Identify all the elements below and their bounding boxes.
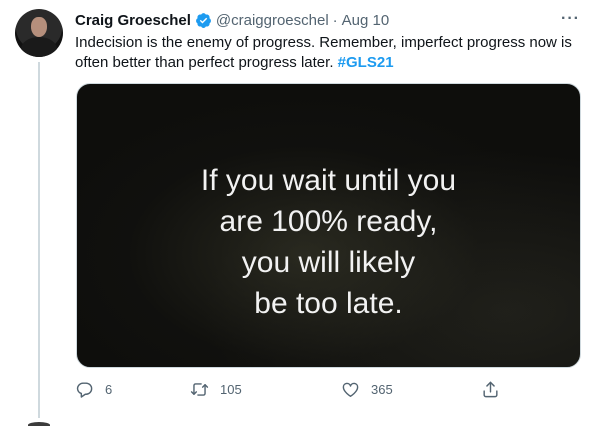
verified-badge-icon (195, 12, 211, 28)
avatar-head (31, 17, 47, 37)
avatar[interactable] (15, 9, 63, 57)
tweet[interactable]: Craig Groeschel @craiggroeschel · Aug 10… (0, 0, 596, 426)
tweet-image[interactable]: If you wait until you are 100% ready, yo… (76, 83, 581, 368)
image-quote: If you wait until you are 100% ready, yo… (77, 160, 580, 324)
tweet-header: Craig Groeschel @craiggroeschel · Aug 10… (75, 10, 580, 30)
handle[interactable]: @craiggroeschel (216, 12, 329, 29)
share-button[interactable] (481, 380, 500, 399)
retweet-button[interactable]: 105 (190, 380, 242, 399)
like-count: 365 (371, 382, 393, 397)
next-tweet-avatar[interactable] (28, 422, 50, 426)
quote-line: are 100% ready, (219, 205, 438, 238)
reply-count: 6 (105, 382, 113, 397)
like-icon (342, 382, 359, 397)
retweet-count: 105 (220, 382, 242, 397)
display-name[interactable]: Craig Groeschel (75, 12, 191, 29)
more-icon[interactable]: ··· (561, 10, 580, 28)
tweet-text: Indecision is the enemy of progress. Rem… (75, 33, 585, 73)
reply-icon (76, 382, 93, 398)
separator-dot: · (332, 11, 338, 29)
like-button[interactable]: 365 (341, 380, 393, 399)
reply-button[interactable]: 6 (75, 380, 112, 399)
quote-line: be too late. (254, 287, 403, 320)
quote-line: If you wait until you (200, 164, 457, 197)
hashtag-link[interactable]: #GLS21 (338, 54, 394, 71)
tweet-body: Indecision is the enemy of progress. Rem… (75, 34, 572, 71)
share-icon (483, 381, 498, 398)
avatar-shoulders (21, 37, 57, 57)
tweet-actions: 6 105 365 (75, 380, 505, 402)
thread-line (38, 62, 40, 418)
tweet-date[interactable]: Aug 10 (342, 12, 390, 29)
retweet-icon (190, 383, 209, 396)
quote-line: you will likely (241, 246, 416, 279)
